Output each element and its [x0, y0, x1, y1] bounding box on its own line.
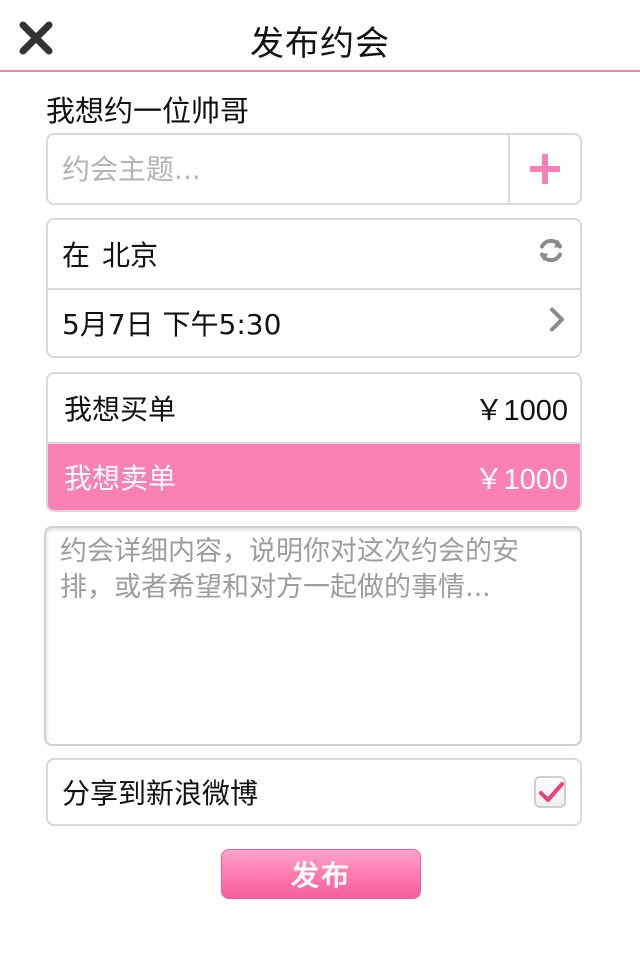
payment-option-sell[interactable]: 我想卖单 ￥1000	[48, 442, 580, 510]
chevron-right-icon	[548, 307, 566, 340]
topic-input[interactable]	[48, 134, 508, 204]
refresh-icon	[540, 238, 562, 263]
page-title: 发布约会	[250, 24, 390, 64]
share-checkbox[interactable]	[534, 776, 566, 808]
publish-date-page: 发布约会 我想约一位帅哥 在 北京	[0, 0, 640, 960]
time-row[interactable]: 5月7日 下午5:30	[48, 288, 580, 356]
share-label: 分享到新浪微博	[62, 777, 259, 810]
payment-option-price: ￥1000	[474, 395, 568, 427]
payment-option-price: ￥1000	[474, 464, 568, 496]
topic-field	[46, 133, 582, 205]
share-row[interactable]: 分享到新浪微博	[46, 758, 582, 826]
checkmark-icon	[539, 782, 564, 802]
intent-label: 我想约一位帅哥	[46, 94, 250, 128]
payment-option-buy[interactable]: 我想买单 ￥1000	[48, 374, 580, 442]
location-time-card: 在 北京 5月7日 下午5:30	[46, 218, 582, 358]
header: 发布约会	[0, 0, 640, 72]
location-prefix: 在	[62, 239, 91, 272]
publish-button[interactable]: 发布	[221, 849, 421, 899]
payment-options: 我想买单 ￥1000 我想卖单 ￥1000	[46, 372, 582, 512]
plus-icon	[530, 154, 560, 184]
location-city: 北京	[102, 239, 159, 272]
payment-option-label: 我想卖单	[64, 462, 177, 495]
payment-option-label: 我想买单	[64, 393, 177, 426]
details-placeholder: 约会详细内容，说明你对这次约会的安排，或者希望和对方一起做的事情...	[60, 536, 519, 603]
add-topic-button[interactable]	[508, 135, 580, 203]
location-row[interactable]: 在 北京	[48, 220, 580, 288]
details-textarea[interactable]: 约会详细内容，说明你对这次约会的安排，或者希望和对方一起做的事情...	[44, 526, 582, 746]
time-text: 5月7日 下午5:30	[62, 308, 282, 341]
refresh-location-button[interactable]	[536, 236, 566, 273]
